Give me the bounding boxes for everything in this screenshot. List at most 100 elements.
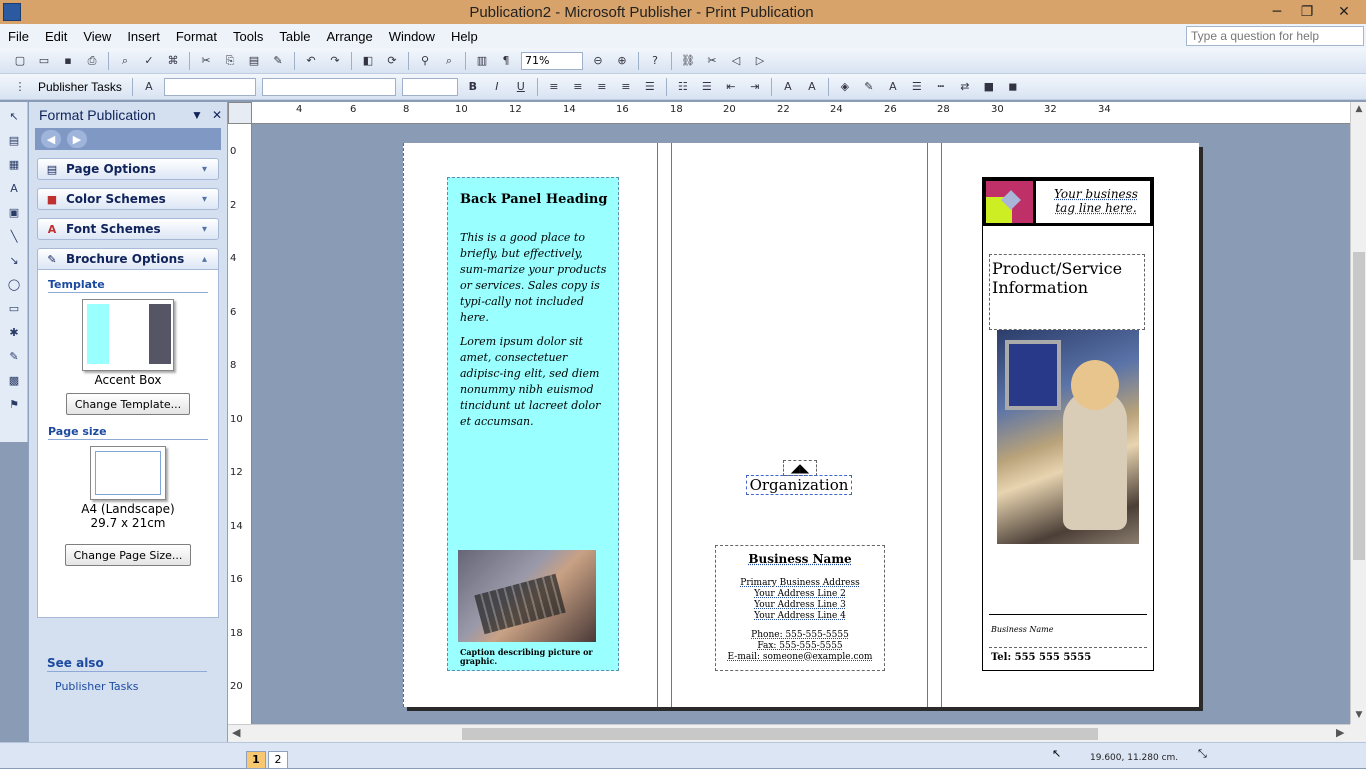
line-color-icon[interactable]: ✎ [859,78,879,96]
forward-arrow-icon[interactable]: ▶ [67,130,87,148]
dash-style-icon[interactable]: ┅ [931,78,951,96]
design-gallery-icon[interactable]: ▩ [4,370,24,390]
publication-page[interactable]: Back Panel Heading This is a good place … [403,143,1199,707]
change-page-size-button[interactable]: Change Page Size... [64,544,192,566]
align-left-icon[interactable]: ≡ [544,78,564,96]
justify-icon[interactable]: ≡ [616,78,636,96]
publisher-app-icon[interactable] [3,3,21,21]
back-panel-box[interactable]: Back Panel Heading This is a good place … [447,177,619,671]
style-select[interactable] [163,77,256,96]
undo-icon[interactable]: ↶ [301,52,321,70]
arrow-icon[interactable]: ↘ [4,250,24,270]
shadow-style-icon[interactable]: ■ [979,78,999,96]
close-button[interactable]: ✕ [1322,4,1366,20]
arrow-style-icon[interactable]: ⇄ [955,78,975,96]
scroll-left-icon[interactable]: ◀ [232,726,240,739]
columns-icon[interactable]: ▥ [472,52,492,70]
new-icon[interactable]: ▢ [10,52,30,70]
publisher-tasks-button[interactable]: Publisher Tasks [32,80,128,94]
section-brochure-options[interactable]: ✎ Brochure Options ▴ [37,248,219,270]
page-size-thumbnail[interactable] [90,446,166,500]
redo-icon[interactable]: ↷ [325,52,345,70]
horizontal-ruler[interactable]: 4 6 8 10 12 14 16 18 20 22 24 26 28 30 3… [252,102,1350,124]
taskpane-dropdown-icon[interactable]: ▼ [187,108,207,122]
change-template-button[interactable]: Change Template... [65,393,191,415]
scroll-right-icon[interactable]: ▶ [1336,726,1344,739]
line-icon[interactable]: ╲ [4,226,24,246]
link-text-box-icon[interactable]: ⛓ [678,52,698,70]
zoom-out-icon[interactable]: ⊖ [588,52,608,70]
scroll-up-icon[interactable]: ▲ [1351,104,1366,114]
find-icon[interactable]: ⌕ [439,52,459,70]
section-page-options[interactable]: ▤ Page Options ▾ [37,158,219,180]
line-spacing-icon[interactable]: ☰ [640,78,660,96]
insert-table-icon[interactable]: ▦ [4,154,24,174]
font-size-select[interactable] [401,77,458,96]
menu-window[interactable]: Window [381,29,443,44]
page-tab-1[interactable]: 1 [246,751,266,769]
publisher-tasks-icon[interactable]: ⋮ [10,78,30,96]
vertical-scroll-thumb[interactable] [1353,252,1365,560]
research-icon[interactable]: ⌘ [163,52,183,70]
decrease-indent-icon[interactable]: ⇤ [721,78,741,96]
section-color-schemes[interactable]: ■ Color Schemes ▾ [37,188,219,210]
menu-arrange[interactable]: Arrange [318,29,380,44]
open-icon[interactable]: ▭ [34,52,54,70]
front-panel-frame[interactable]: Your business tag line here. Product/Ser… [982,177,1154,671]
restore-button[interactable]: ❐ [1292,4,1322,20]
back-panel-heading[interactable]: Back Panel Heading [460,192,607,207]
zoom-select[interactable]: 71% [521,51,583,70]
oval-icon[interactable]: ◯ [4,274,24,294]
rotate-icon[interactable]: ⟳ [382,52,402,70]
wordart-icon[interactable]: A [4,178,24,198]
catalog-merge-icon[interactable]: ⚑ [4,394,24,414]
minimize-button[interactable]: ─ [1262,4,1292,20]
ruler-corner[interactable] [228,102,252,124]
font-select[interactable] [261,77,396,96]
help-search-input[interactable]: Type a question for help [1186,26,1364,46]
styles-icon[interactable]: A [139,78,159,96]
numbering-icon[interactable]: ☷ [673,78,693,96]
taskpane-close-icon[interactable]: ✕ [207,108,227,122]
decrease-font-icon[interactable]: A [778,78,798,96]
back-arrow-icon[interactable]: ◀ [41,130,61,148]
previous-text-box-icon[interactable]: ◁ [726,52,746,70]
keyboard-photo[interactable] [458,550,596,642]
page-tab-2[interactable]: 2 [268,751,288,769]
print-preview-icon[interactable]: ⌕ [115,52,135,70]
autoshapes-icon[interactable]: ✱ [4,322,24,342]
menu-format[interactable]: Format [168,29,225,44]
publisher-tasks-link[interactable]: Publisher Tasks [55,680,207,693]
menu-view[interactable]: View [75,29,119,44]
publication-workspace[interactable]: Back Panel Heading This is a good place … [252,124,1350,724]
tagline[interactable]: Your business tag line here. [1046,187,1146,215]
section-font-schemes[interactable]: A Font Schemes ▾ [37,218,219,240]
menu-insert[interactable]: Insert [119,29,168,44]
back-panel-text[interactable]: This is a good place to briefly, but eff… [460,230,610,438]
insert-hyperlink-icon[interactable]: ⚲ [415,52,435,70]
menu-tools[interactable]: Tools [225,29,271,44]
cut-icon[interactable]: ✂ [196,52,216,70]
accent-box[interactable]: Your business tag line here. [983,178,1153,226]
next-text-box-icon[interactable]: ▷ [750,52,770,70]
picture-frame-icon[interactable]: ▣ [4,202,24,222]
bring-to-front-icon[interactable]: ◧ [358,52,378,70]
scroll-down-icon[interactable]: ▼ [1351,710,1366,720]
vertical-ruler[interactable]: 0 2 4 6 8 10 12 14 16 18 20 [228,124,252,724]
template-thumbnail[interactable] [82,299,174,371]
italic-icon[interactable]: I [487,78,507,96]
line-style-icon[interactable]: ☰ [907,78,927,96]
increase-indent-icon[interactable]: ⇥ [745,78,765,96]
child-computer-photo[interactable] [997,330,1139,544]
business-contact-box[interactable]: Business Name Primary Business Address Y… [715,545,885,671]
spelling-icon[interactable]: ✓ [139,52,159,70]
help-icon[interactable]: ? [645,52,665,70]
product-service-title[interactable]: Product/Service Information [989,254,1145,330]
bullets-icon[interactable]: ☰ [697,78,717,96]
bold-icon[interactable]: B [463,78,483,96]
underline-icon[interactable]: U [511,78,531,96]
print-icon[interactable]: ⎙ [82,52,102,70]
menu-file[interactable]: File [0,29,37,44]
front-business-info[interactable]: Business Name Tel: 555 555 5555 [989,614,1147,666]
text-box-icon[interactable]: ▤ [4,130,24,150]
